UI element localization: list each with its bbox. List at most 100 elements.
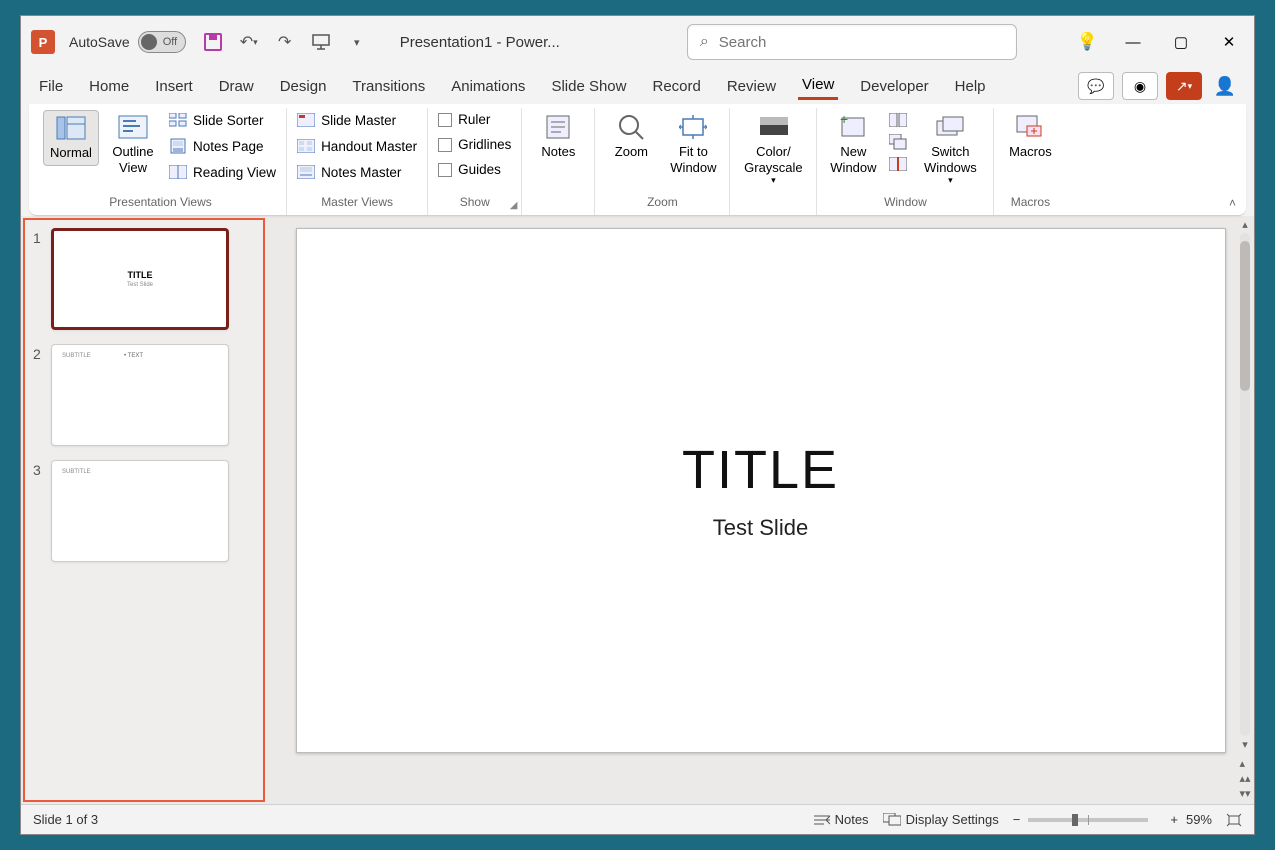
zoom-out-button[interactable]: − bbox=[1013, 812, 1021, 827]
guides-checkbox[interactable]: Guides bbox=[436, 160, 513, 179]
share-button[interactable]: ↗ ▾ bbox=[1166, 72, 1202, 100]
cascade-button[interactable] bbox=[887, 132, 909, 152]
zoom-percentage[interactable]: 59% bbox=[1186, 812, 1212, 827]
slide-thumbnail-1[interactable]: TITLE Test Slide bbox=[51, 228, 229, 330]
tab-file[interactable]: File bbox=[35, 74, 67, 99]
ribbon-tabs: File Home Insert Draw Design Transitions… bbox=[21, 68, 1254, 104]
outline-view-button[interactable]: Outline View bbox=[105, 110, 161, 179]
ribbon: Normal Outline View Slide Sorter Notes P… bbox=[29, 104, 1246, 216]
window-controls: — ▢ ✕ bbox=[1118, 27, 1244, 57]
notes-page-button[interactable]: Notes Page bbox=[167, 136, 278, 156]
group-master-views: Slide Master Handout Master Notes Master… bbox=[287, 108, 428, 215]
thumbnail-row: 1 TITLE Test Slide bbox=[33, 228, 255, 330]
tab-transitions[interactable]: Transitions bbox=[348, 74, 429, 99]
save-button[interactable] bbox=[200, 29, 226, 55]
new-window-button[interactable]: + New Window bbox=[825, 110, 881, 179]
redo-button[interactable]: ↷ bbox=[272, 29, 298, 55]
next-slide-double-icon[interactable]: ▾▾ bbox=[1239, 787, 1250, 800]
macros-button[interactable]: Macros bbox=[1002, 110, 1058, 164]
comments-button[interactable]: 💬 bbox=[1078, 72, 1114, 100]
fit-slide-button[interactable] bbox=[1226, 813, 1242, 827]
fit-to-window-button[interactable]: Fit to Window bbox=[665, 110, 721, 179]
ruler-checkbox[interactable]: Ruler bbox=[436, 110, 513, 129]
tab-developer[interactable]: Developer bbox=[856, 74, 932, 99]
tab-slide-show[interactable]: Slide Show bbox=[547, 74, 630, 99]
group-macros: Macros Macros bbox=[994, 108, 1066, 215]
status-bar: Slide 1 of 3 Notes Display Settings − + … bbox=[21, 804, 1254, 834]
account-icon[interactable]: 👤 bbox=[1210, 71, 1240, 101]
tab-review[interactable]: Review bbox=[723, 74, 780, 99]
thumbnail-row: 2 SUBTITLE • TEXT bbox=[33, 344, 255, 446]
qat-customize-button[interactable]: ▾ bbox=[344, 29, 370, 55]
slide-thumbnails-panel: 1 TITLE Test Slide 2 SUBTITLE • TEXT 3 S… bbox=[23, 218, 265, 802]
tab-animations[interactable]: Animations bbox=[447, 74, 529, 99]
slide-thumbnail-2[interactable]: SUBTITLE • TEXT bbox=[51, 344, 229, 446]
scroll-down-icon[interactable]: ▾ bbox=[1240, 736, 1250, 753]
minimize-button[interactable]: — bbox=[1118, 27, 1148, 57]
tab-home[interactable]: Home bbox=[85, 74, 133, 99]
search-icon: ⌕ bbox=[700, 33, 709, 51]
autosave-label: AutoSave bbox=[69, 34, 130, 50]
slide-subtitle: Test Slide bbox=[713, 515, 808, 541]
toggle-icon: Off bbox=[138, 31, 186, 53]
quick-access-toolbar: ↶ ▾ ↷ ▾ bbox=[200, 29, 370, 55]
color-grayscale-button[interactable]: Color/ Grayscale▾ bbox=[738, 110, 808, 190]
tab-record[interactable]: Record bbox=[648, 74, 704, 99]
prev-slide-double-icon[interactable]: ▴▴ bbox=[1239, 772, 1250, 785]
group-show: Ruler Gridlines Guides Show ◢ bbox=[428, 108, 522, 215]
svg-text:+: + bbox=[840, 114, 848, 127]
collapse-ribbon-icon[interactable]: ˄ bbox=[1229, 196, 1236, 210]
slide-thumbnail-3[interactable]: SUBTITLE bbox=[51, 460, 229, 562]
thumbnail-row: 3 SUBTITLE bbox=[33, 460, 255, 562]
document-title: Presentation1 - Power... bbox=[400, 34, 687, 51]
scroll-up-icon[interactable]: ▴ bbox=[1240, 216, 1250, 233]
slide-master-button[interactable]: Slide Master bbox=[295, 110, 419, 130]
powerpoint-icon: P bbox=[31, 30, 55, 54]
normal-view-button[interactable]: Normal bbox=[43, 110, 99, 166]
search-input[interactable] bbox=[719, 34, 1004, 51]
app-window: P AutoSave Off ↶ ▾ ↷ ▾ Presentation1 - P… bbox=[20, 15, 1255, 835]
camera-button[interactable]: ◉ bbox=[1122, 72, 1158, 100]
notes-master-button[interactable]: Notes Master bbox=[295, 162, 419, 182]
group-window: + New Window Switch Windows▾ Window bbox=[817, 108, 994, 215]
search-box[interactable]: ⌕ bbox=[687, 24, 1017, 60]
tab-design[interactable]: Design bbox=[276, 74, 331, 99]
switch-windows-button[interactable]: Switch Windows▾ bbox=[915, 110, 985, 190]
notes-toggle[interactable]: Notes bbox=[814, 812, 869, 827]
present-button[interactable] bbox=[308, 29, 334, 55]
zoom-in-button[interactable]: + bbox=[1170, 812, 1178, 827]
notes-button[interactable]: Notes bbox=[530, 110, 586, 164]
autosave-toggle[interactable]: AutoSave Off bbox=[69, 31, 186, 53]
slide-sorter-button[interactable]: Slide Sorter bbox=[167, 110, 278, 130]
zoom-button[interactable]: Zoom bbox=[603, 110, 659, 164]
display-icon bbox=[883, 813, 901, 826]
display-settings-button[interactable]: Display Settings bbox=[883, 812, 999, 827]
zoom-slider[interactable] bbox=[1028, 818, 1148, 822]
tab-draw[interactable]: Draw bbox=[215, 74, 258, 99]
close-button[interactable]: ✕ bbox=[1214, 27, 1244, 57]
group-zoom: Zoom Fit to Window Zoom bbox=[595, 108, 730, 215]
group-presentation-views: Normal Outline View Slide Sorter Notes P… bbox=[35, 108, 287, 215]
tips-icon[interactable]: 💡 bbox=[1077, 32, 1098, 52]
show-launcher-icon[interactable]: ◢ bbox=[510, 200, 518, 211]
reading-view-button[interactable]: Reading View bbox=[167, 162, 278, 182]
slide-counter[interactable]: Slide 1 of 3 bbox=[33, 812, 98, 827]
maximize-button[interactable]: ▢ bbox=[1166, 27, 1196, 57]
arrange-all-button[interactable] bbox=[887, 110, 909, 130]
prev-slide-icon[interactable]: ▴ bbox=[1239, 757, 1250, 770]
vertical-scrollbar[interactable]: ▴ ▾ ▴ ▴▴ ▾▾ bbox=[1236, 216, 1254, 804]
undo-button[interactable]: ↶ ▾ bbox=[236, 29, 262, 55]
notes-icon bbox=[814, 814, 830, 826]
tab-insert[interactable]: Insert bbox=[151, 74, 197, 99]
gridlines-checkbox[interactable]: Gridlines bbox=[436, 135, 513, 154]
tab-help[interactable]: Help bbox=[951, 74, 990, 99]
current-slide[interactable]: TITLE Test Slide bbox=[296, 228, 1226, 753]
workspace: 1 TITLE Test Slide 2 SUBTITLE • TEXT 3 S… bbox=[21, 216, 1254, 804]
group-notes: Notes bbox=[522, 108, 595, 215]
group-color-grayscale: Color/ Grayscale▾ bbox=[730, 108, 817, 215]
fit-icon bbox=[1226, 813, 1242, 827]
move-split-button[interactable] bbox=[887, 154, 909, 174]
tab-view[interactable]: View bbox=[798, 72, 838, 100]
handout-master-button[interactable]: Handout Master bbox=[295, 136, 419, 156]
slide-editor: TITLE Test Slide ▴ ▾ ▴ ▴▴ ▾▾ bbox=[267, 216, 1254, 804]
